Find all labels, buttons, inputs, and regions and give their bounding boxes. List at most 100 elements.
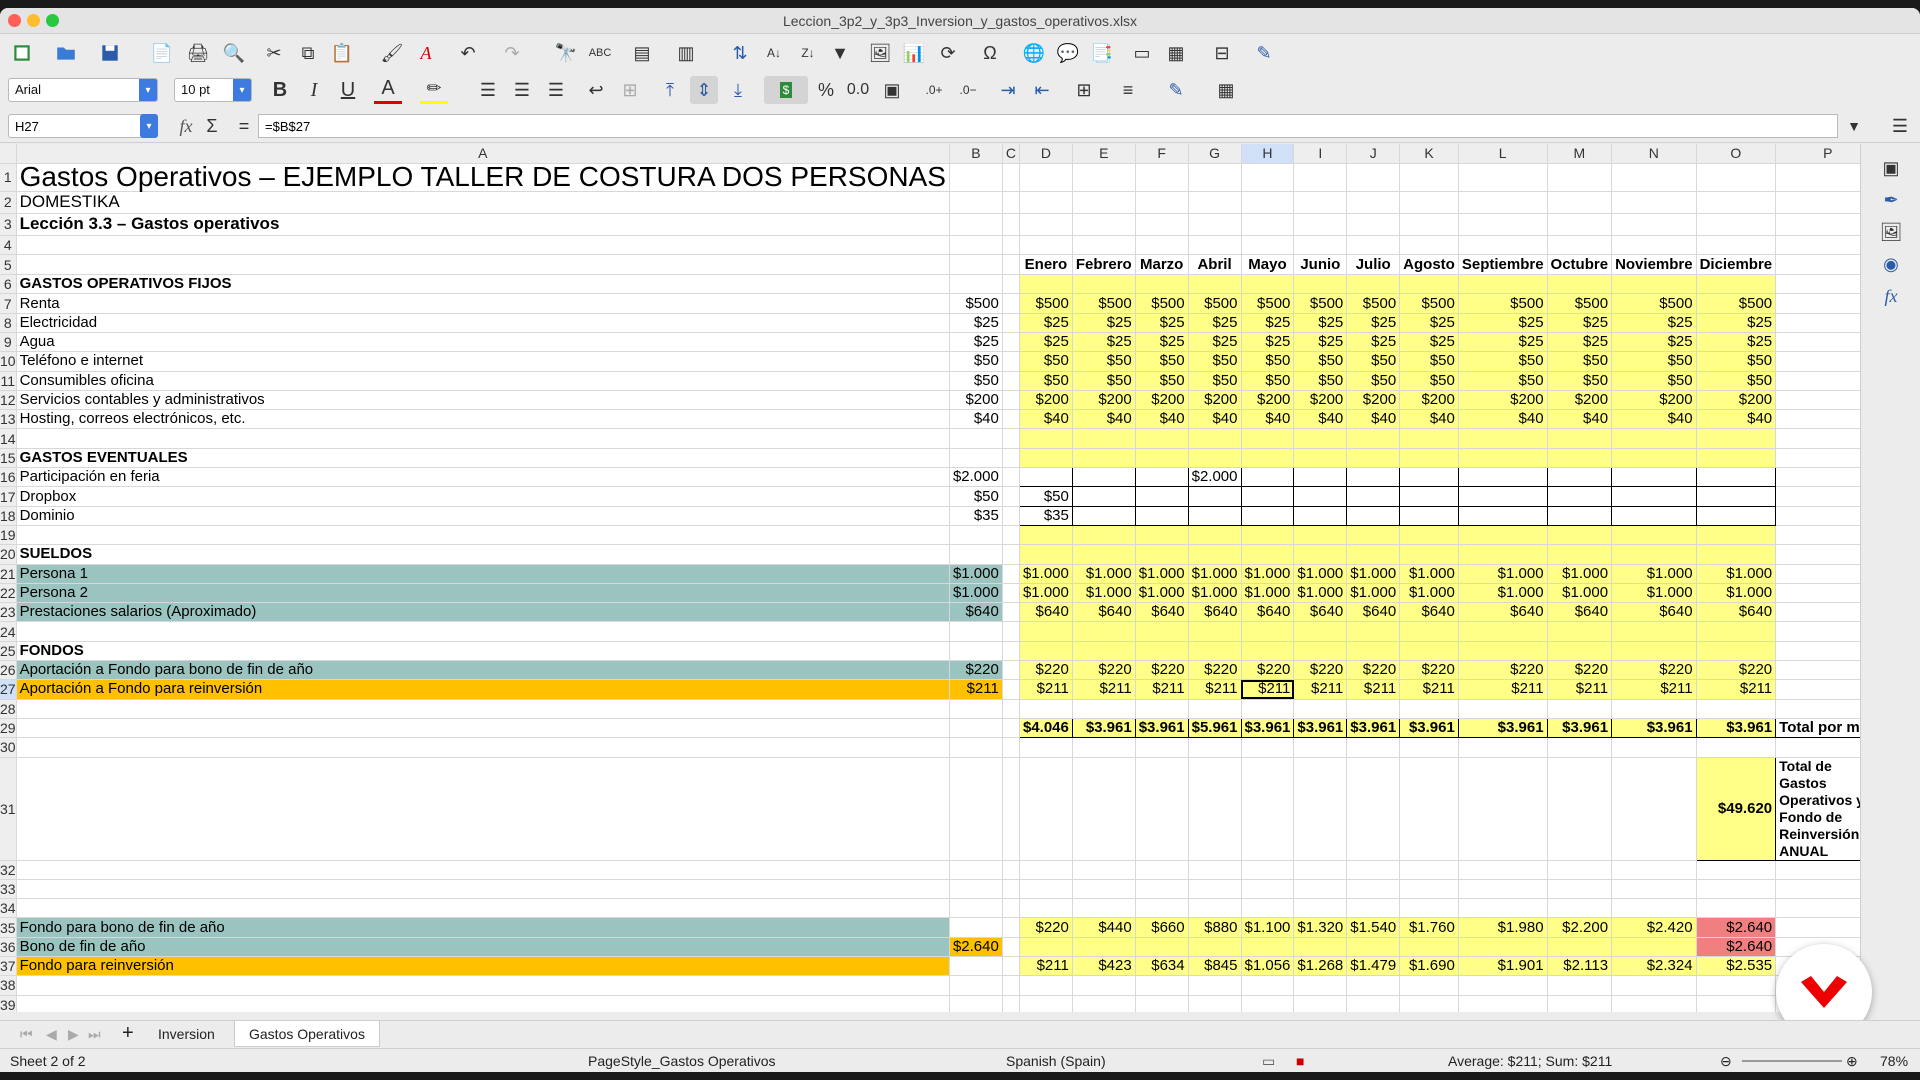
cell-p23[interactable]: [1775, 602, 1860, 623]
row-header[interactable]: 39: [0, 995, 17, 1012]
add-decimal-icon[interactable]: .0+: [920, 76, 948, 104]
cell-l27[interactable]: $211: [1458, 679, 1548, 700]
cell-c3[interactable]: [1002, 213, 1020, 236]
cell-o11[interactable]: $50: [1696, 371, 1777, 391]
cell-k27[interactable]: $211: [1399, 679, 1459, 700]
cell-l30[interactable]: [1458, 737, 1548, 758]
cell-n24[interactable]: [1611, 621, 1697, 642]
cell-h19[interactable]: [1241, 525, 1295, 546]
headers-footers-icon[interactable]: 📑: [1088, 39, 1116, 67]
cell-i6[interactable]: [1293, 274, 1348, 295]
row-header[interactable]: 34: [0, 898, 17, 919]
selection-mode-icon[interactable]: ▭: [1262, 1053, 1275, 1070]
cell-a35[interactable]: Fondo para bono de fin de año: [16, 917, 950, 938]
cell-d27[interactable]: $211: [1019, 679, 1073, 700]
cell-m18[interactable]: [1547, 506, 1613, 526]
cell-a19[interactable]: [16, 525, 950, 546]
cell-a34[interactable]: [16, 898, 950, 919]
cell-j11[interactable]: $50: [1346, 371, 1401, 391]
cell-b32[interactable]: [949, 860, 1003, 880]
cell-g17[interactable]: [1188, 486, 1242, 507]
cell-g4[interactable]: [1188, 235, 1242, 256]
cell-h9[interactable]: $25: [1241, 332, 1295, 353]
cell-l39[interactable]: [1458, 995, 1548, 1012]
cell-a15[interactable]: GASTOS EVENTUALES: [16, 448, 950, 469]
cell-k39[interactable]: [1399, 995, 1459, 1012]
cell-j31[interactable]: [1346, 757, 1401, 861]
cell-n19[interactable]: [1611, 525, 1697, 546]
sum-icon[interactable]: Σ: [198, 112, 226, 140]
cell-m36[interactable]: [1547, 937, 1613, 958]
cell-a38[interactable]: [16, 975, 950, 996]
cell-k2[interactable]: [1399, 191, 1459, 214]
cell-l35[interactable]: $1.980: [1458, 917, 1548, 938]
cell-n39[interactable]: [1611, 995, 1697, 1012]
cell-p31[interactable]: Total de Gastos Operativos y Fondo de Re…: [1775, 756, 1860, 861]
freeze-rows-columns-icon[interactable]: ▦: [1162, 39, 1190, 67]
cell-o7[interactable]: $500: [1696, 293, 1777, 314]
cell-f22[interactable]: $1.000: [1135, 583, 1189, 604]
cell-f3[interactable]: [1135, 213, 1189, 236]
cell-h10[interactable]: $50: [1241, 351, 1295, 372]
cell-g1[interactable]: [1188, 163, 1242, 192]
cell-m7[interactable]: $500: [1547, 293, 1613, 314]
cell-e14[interactable]: [1072, 428, 1136, 449]
cell-a22[interactable]: Persona 2: [16, 583, 950, 604]
cell-o12[interactable]: $200: [1696, 390, 1777, 411]
cell-p34[interactable]: [1775, 898, 1860, 919]
cell-l21[interactable]: $1.000: [1458, 564, 1548, 584]
cell-k32[interactable]: [1399, 860, 1459, 880]
cell-j3[interactable]: [1346, 213, 1401, 236]
cell-c19[interactable]: [1002, 525, 1020, 546]
cell-j25[interactable]: [1346, 641, 1401, 662]
cell-h18[interactable]: [1241, 506, 1295, 526]
cell-c33[interactable]: [1002, 879, 1020, 900]
column-header-k[interactable]: K: [1399, 144, 1459, 164]
cell-h35[interactable]: $1.100: [1241, 917, 1295, 938]
pivot-table-icon[interactable]: ⟳: [934, 39, 962, 67]
cell-d3[interactable]: [1019, 213, 1073, 236]
name-box[interactable]: H27 ▾: [8, 114, 158, 138]
cell-g26[interactable]: $220: [1188, 660, 1242, 681]
cell-c39[interactable]: [1002, 995, 1020, 1012]
cell-p6[interactable]: [1775, 274, 1860, 295]
cell-k28[interactable]: [1399, 699, 1459, 719]
cell-j27[interactable]: $211: [1346, 679, 1401, 700]
cell-l37[interactable]: $1.901: [1458, 956, 1548, 977]
cell-e20[interactable]: [1072, 544, 1136, 565]
cell-l1[interactable]: [1458, 163, 1548, 192]
cell-m20[interactable]: [1547, 544, 1613, 565]
cell-c23[interactable]: [1002, 602, 1020, 623]
cell-h33[interactable]: [1241, 879, 1295, 900]
cell-p15[interactable]: [1775, 448, 1860, 469]
row-header[interactable]: 22: [0, 583, 17, 604]
cell-d6[interactable]: [1019, 274, 1073, 295]
border-color-icon[interactable]: ✎: [1162, 76, 1190, 104]
cell-a16[interactable]: Participación en feria: [16, 467, 950, 488]
cell-e7[interactable]: $500: [1072, 293, 1136, 314]
cell-m23[interactable]: $640: [1547, 602, 1613, 623]
cell-h6[interactable]: [1241, 274, 1295, 295]
cell-h31[interactable]: [1241, 757, 1295, 861]
cell-o4[interactable]: [1696, 235, 1777, 256]
cell-p27[interactable]: [1775, 679, 1860, 700]
show-draw-functions-icon[interactable]: ✎: [1250, 39, 1278, 67]
cell-g9[interactable]: $25: [1188, 332, 1242, 353]
cell-m12[interactable]: $200: [1547, 390, 1613, 411]
cell-f38[interactable]: [1135, 975, 1189, 996]
cell-k7[interactable]: $500: [1399, 293, 1459, 314]
cell-l31[interactable]: [1458, 757, 1548, 861]
cell-n21[interactable]: $1.000: [1611, 564, 1697, 584]
cell-b5[interactable]: [949, 254, 1003, 276]
cell-j4[interactable]: [1346, 235, 1401, 256]
cell-o22[interactable]: $1.000: [1696, 583, 1777, 604]
cell-h22[interactable]: $1.000: [1241, 583, 1295, 604]
cell-h21[interactable]: $1.000: [1241, 564, 1295, 584]
special-character-icon[interactable]: Ω: [976, 39, 1004, 67]
cell-f30[interactable]: [1135, 737, 1189, 758]
borders-icon[interactable]: ⊞: [1070, 76, 1098, 104]
cell-f7[interactable]: $500: [1135, 293, 1189, 314]
italic-icon[interactable]: I: [300, 76, 328, 104]
cell-c17[interactable]: [1002, 486, 1020, 507]
cell-k15[interactable]: [1399, 448, 1459, 469]
